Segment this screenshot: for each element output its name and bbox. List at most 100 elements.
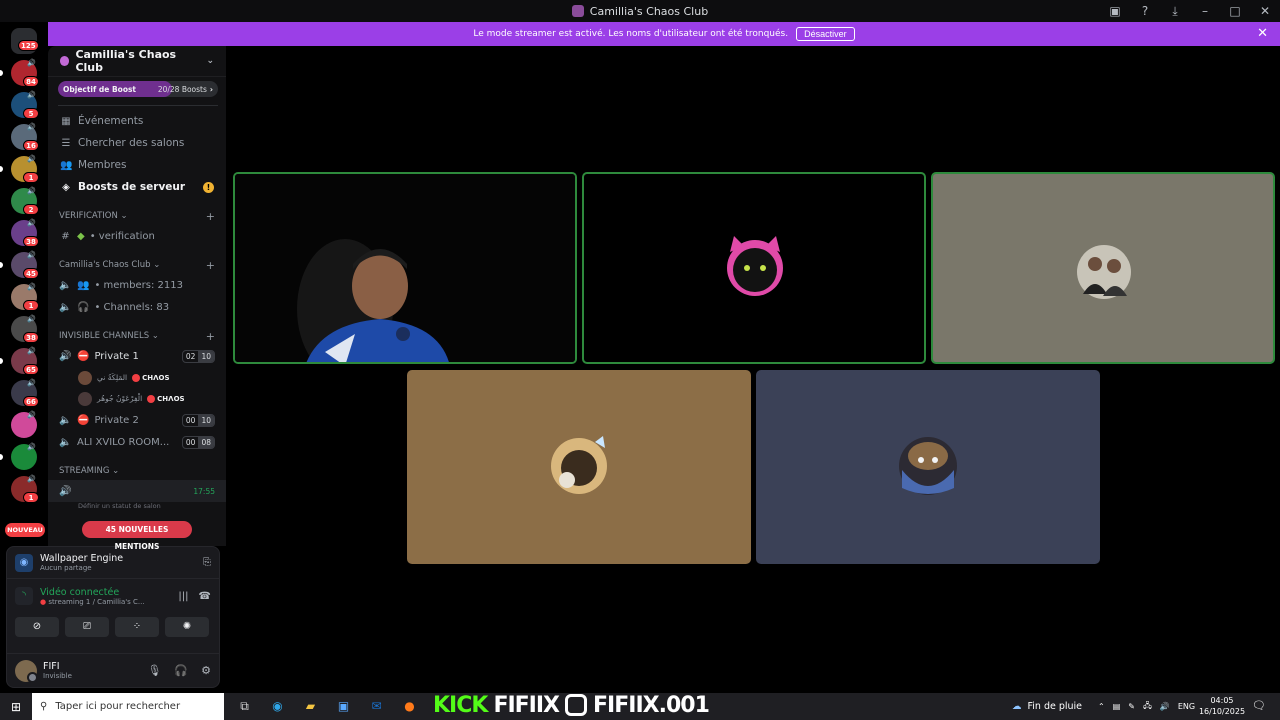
mention-badge: 45 <box>23 268 39 279</box>
taskbar-apps: ⧉ ◉ ▰ ▣ ✉ ● <box>228 699 426 714</box>
voice-user[interactable]: المَلِكَةُ ني CHΛOS <box>48 367 226 388</box>
channel-private-1[interactable]: 🔊 ⛔ Private 1 02 10 <box>48 345 226 367</box>
camera-off-icon[interactable]: ⊘ <box>15 617 59 637</box>
store-icon[interactable]: ▣ <box>327 699 360 714</box>
calendar-icon: ▦ <box>61 115 71 127</box>
firefox-icon[interactable]: ● <box>393 699 426 714</box>
category-verification[interactable]: VERIFICATION ⌄ + <box>48 207 226 225</box>
inbox-icon[interactable]: ▣ <box>1100 4 1130 18</box>
category-invisible[interactable]: INVISIBLE CHANNELS ⌄ + <box>48 327 226 345</box>
minimize-icon[interactable]: – <box>1190 4 1220 18</box>
add-channel-icon[interactable]: + <box>206 210 215 223</box>
new-servers-pill[interactable]: NOUVEAU <box>5 523 45 537</box>
category-streaming[interactable]: STREAMING ⌄ <box>48 462 226 480</box>
channel-channels-count[interactable]: 🔈 🎧 • Channels: 83 <box>48 296 226 318</box>
network-icon[interactable]: 🖧 <box>1143 700 1152 714</box>
add-channel-icon[interactable]: + <box>206 330 215 343</box>
chevron-down-icon: ⌄ <box>206 56 214 66</box>
weather-widget[interactable]: ☁ Fin de pluie <box>1012 693 1082 720</box>
user-avatar-image <box>551 436 607 494</box>
mention-badge: 16 <box>23 140 39 151</box>
nav-browse-label: Chercher des salons <box>78 137 185 149</box>
boost-goal-bar[interactable]: Objectif de Boost 20/28 Boosts › <box>58 81 218 97</box>
avatar[interactable] <box>15 659 38 683</box>
clan-tag-icon <box>132 373 141 382</box>
user-limit-pills: 02 10 <box>181 349 215 363</box>
mention-badge: 38 <box>23 332 39 343</box>
close-icon[interactable]: ✕ <box>1250 4 1280 18</box>
soundboard-icon[interactable]: ✺ <box>165 617 209 637</box>
mention-badge: 84 <box>23 76 39 87</box>
voice-status[interactable]: Vidéo connectée <box>40 587 145 598</box>
activities-icon[interactable]: ⁘ <box>115 617 159 637</box>
notifications-icon[interactable]: 🗨 <box>1252 699 1266 712</box>
outlook-icon[interactable]: ✉ <box>360 699 393 714</box>
noise-suppression-icon[interactable]: ||| <box>178 591 188 602</box>
channel-streaming-1[interactable]: 🔊 17:55 <box>48 480 226 502</box>
unread-indicator <box>0 262 3 268</box>
edge-icon[interactable]: ◉ <box>261 699 294 714</box>
banner-close-icon[interactable]: ✕ <box>1257 26 1268 41</box>
clock[interactable]: 04:05 16/10/2025 <box>1196 695 1248 717</box>
voice-user-name: الْفِرْعَوْنُ جُوهُر <box>97 394 143 403</box>
voice-actions: ||| ☎ <box>178 591 211 602</box>
disable-streamer-button[interactable]: Désactiver <box>796 27 855 41</box>
channel-members-count[interactable]: 🔈 👥 • members: 2113 <box>48 274 226 296</box>
window-title: Camillia's Chaos Club <box>571 5 708 18</box>
nav-browse-channels[interactable]: ☰ Chercher des salons <box>48 132 226 154</box>
disconnect-icon[interactable]: ☎ <box>199 591 211 602</box>
settings-gear-icon[interactable]: ⚙ <box>201 664 211 677</box>
headphones-icon[interactable]: 🎧 <box>174 664 188 677</box>
video-tile-photo[interactable] <box>931 172 1275 364</box>
server-header[interactable]: Camillia's Chaos Club ⌄ <box>48 46 226 77</box>
voice-active-icon: 🔊 <box>27 251 36 259</box>
video-tile-dog[interactable] <box>756 370 1100 564</box>
volume-icon[interactable]: 🔊 <box>1160 702 1170 711</box>
maximize-icon[interactable]: □ <box>1220 4 1250 18</box>
taskbar-search[interactable]: ⚲ Taper ici pour rechercher <box>32 693 224 720</box>
language-indicator[interactable]: ENG <box>1178 702 1195 711</box>
speaker-locked-icon: 🔈 <box>59 414 72 426</box>
clock-date: 16/10/2025 <box>1198 707 1246 716</box>
boost-icon: ◈ <box>62 181 70 193</box>
chevron-up-icon[interactable]: ⌃ <box>1098 702 1105 711</box>
user-info[interactable]: FIFI Invisible <box>43 661 72 680</box>
microphone-icon[interactable]: 🎙 <box>147 664 161 677</box>
chevron-down-icon: ⌄ <box>112 466 120 476</box>
nav-server-boosts[interactable]: ◈ Boosts de serveur ! <box>48 176 226 198</box>
windows-start-icon[interactable]: ⊞ <box>0 700 32 714</box>
voice-user[interactable]: الْفِرْعَوْنُ جُوهُر CHΛOS <box>48 388 226 409</box>
channel-private-2[interactable]: 🔈 ⛔ Private 2 00 10 <box>48 409 226 431</box>
set-status-hint[interactable]: Définir un statut de salon <box>48 502 226 510</box>
clan-tag-text: CHΛOS <box>142 373 170 382</box>
tray-pen-icon[interactable]: ✎ <box>1128 702 1135 711</box>
voice-active-icon: 🔊 <box>27 187 36 195</box>
tray-app-icon[interactable]: ▤ <box>1113 702 1121 711</box>
wallpaper-engine-icon: ◉ <box>15 553 33 572</box>
video-tile-camera[interactable] <box>233 172 577 364</box>
video-tile-lantern[interactable] <box>407 370 751 564</box>
new-mentions-pill[interactable]: 45 NOUVELLES MENTIONS <box>82 521 192 551</box>
video-tile-cat[interactable] <box>582 172 926 364</box>
channel-name: ALI XVILO ROOM... <box>77 436 170 448</box>
voice-active-icon: 🔊 <box>27 443 36 451</box>
help-icon[interactable]: ? <box>1130 4 1160 18</box>
signal-icon[interactable]: ◝ <box>15 587 33 605</box>
window-titlebar: Camillia's Chaos Club ▣ ? ⤓ – □ ✕ <box>0 0 1280 22</box>
user-name: FIFI <box>43 661 60 672</box>
screen-share-icon[interactable]: ⎚ <box>65 617 109 637</box>
user-avatar-image <box>1077 245 1131 299</box>
channel-verification[interactable]: # ◆ • verification <box>48 225 226 247</box>
file-explorer-icon[interactable]: ▰ <box>294 699 327 714</box>
share-screen-icon[interactable]: ⎘ <box>203 557 211 568</box>
add-channel-icon[interactable]: + <box>206 259 215 272</box>
chevron-right-icon: › <box>209 84 213 94</box>
voice-channel[interactable]: streaming 1 / Camillia's C... <box>48 598 144 606</box>
nav-events[interactable]: ▦ Événements <box>48 110 226 132</box>
task-view-icon[interactable]: ⧉ <box>228 699 261 714</box>
category-club[interactable]: Camillia's Chaos Club ⌄ + <box>48 256 226 274</box>
nav-members[interactable]: 👥 Membres <box>48 154 226 176</box>
clan-tag-text: CHΛOS <box>157 394 185 403</box>
channel-ali-room[interactable]: 🔈 ALI XVILO ROOM... 00 08 <box>48 431 226 453</box>
download-icon[interactable]: ⤓ <box>1160 4 1190 19</box>
